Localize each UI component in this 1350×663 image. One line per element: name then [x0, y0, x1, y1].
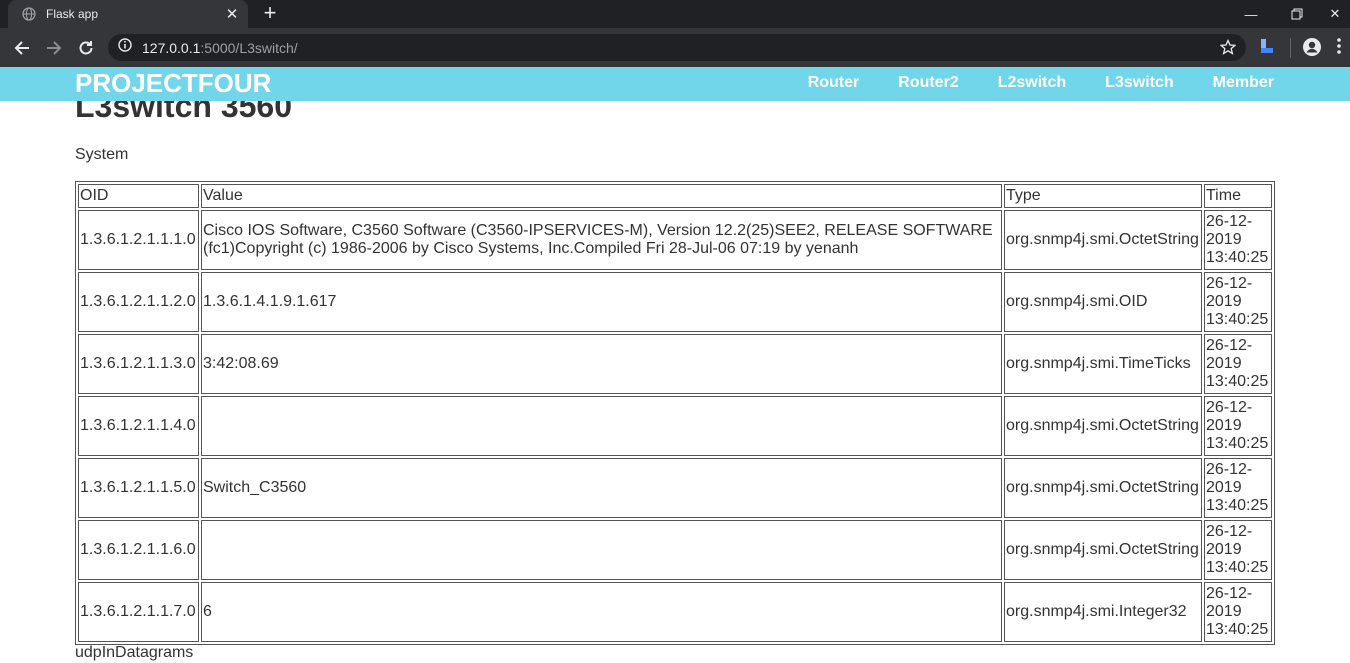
menu-kebab-icon[interactable] [1336, 36, 1342, 61]
cell-time: 26-12-2019 13:40:25 [1204, 272, 1272, 332]
globe-icon [22, 7, 36, 21]
close-icon[interactable]: ✕ [224, 5, 240, 23]
reload-icon[interactable] [74, 36, 98, 60]
browser-toolbar: 127.0.0.1:5000/L3switch/ [0, 28, 1350, 67]
table-row: 1.3.6.1.2.1.1.4.0 org.snmp4j.smi.OctetSt… [78, 396, 1272, 456]
cell-type: org.snmp4j.smi.OID [1004, 272, 1202, 332]
minimize-icon[interactable]: — [1228, 0, 1274, 28]
forward-icon[interactable] [42, 36, 66, 60]
cell-type: org.snmp4j.smi.OctetString [1004, 396, 1202, 456]
cell-oid: 1.3.6.1.2.1.1.5.0 [78, 458, 199, 518]
cell-value: Switch_C3560 [201, 458, 1002, 518]
cell-value: Cisco IOS Software, C3560 Software (C356… [201, 210, 1002, 270]
window-close-icon[interactable]: ✕ [1320, 0, 1350, 28]
cell-value: 6 [201, 582, 1002, 642]
nav-links: Router Router2 L2switch L3switch Member [769, 74, 1274, 92]
nav-link-router[interactable]: Router [808, 74, 860, 92]
nav-link-router2[interactable]: Router2 [898, 74, 958, 92]
toolbar-divider [1290, 38, 1291, 58]
restore-icon[interactable] [1274, 0, 1320, 28]
cell-time: 26-12-2019 13:40:25 [1204, 334, 1272, 394]
cell-time: 26-12-2019 13:40:25 [1204, 582, 1272, 642]
cell-value [201, 520, 1002, 580]
cell-oid: 1.3.6.1.2.1.1.6.0 [78, 520, 199, 580]
cell-time: 26-12-2019 13:40:25 [1204, 396, 1272, 456]
table-row: 1.3.6.1.2.1.1.5.0 Switch_C3560 org.snmp4… [78, 458, 1272, 518]
cell-value [201, 396, 1002, 456]
cell-time: 26-12-2019 13:40:25 [1204, 210, 1272, 270]
system-oid-table: OID Value Type Time 1.3.6.1.2.1.1.1.0 Ci… [75, 181, 1275, 645]
site-brand[interactable]: PROJECTFOUR [75, 67, 271, 99]
nav-link-l2switch[interactable]: L2switch [998, 74, 1066, 92]
cell-value: 3:42:08.69 [201, 334, 1002, 394]
header-value: Value [201, 184, 1002, 208]
profile-avatar-icon[interactable] [1302, 37, 1322, 62]
cell-oid: 1.3.6.1.2.1.1.4.0 [78, 396, 199, 456]
header-time: Time [1204, 184, 1272, 208]
cell-type: org.snmp4j.smi.OctetString [1004, 210, 1202, 270]
cell-oid: 1.3.6.1.2.1.1.1.0 [78, 210, 199, 270]
cell-oid: 1.3.6.1.2.1.1.7.0 [78, 582, 199, 642]
table-row: 1.3.6.1.2.1.1.1.0 Cisco IOS Software, C3… [78, 210, 1272, 270]
cell-value: 1.3.6.1.4.1.9.1.617 [201, 272, 1002, 332]
extension-icon[interactable] [1258, 37, 1276, 60]
header-type: Type [1004, 184, 1202, 208]
table-row: 1.3.6.1.2.1.1.2.0 1.3.6.1.4.1.9.1.617 or… [78, 272, 1272, 332]
table-row: 1.3.6.1.2.1.1.3.0 3:42:08.69 org.snmp4j.… [78, 334, 1272, 394]
section-title-udpindatagrams: udpInDatagrams [75, 644, 194, 661]
section-title-system: System [75, 146, 129, 163]
table-header-row: OID Value Type Time [78, 184, 1272, 208]
url-path: :5000/L3switch/ [200, 39, 298, 56]
cell-time: 26-12-2019 13:40:25 [1204, 520, 1272, 580]
cell-time: 26-12-2019 13:40:25 [1204, 458, 1272, 518]
table-row: 1.3.6.1.2.1.1.7.0 6 org.snmp4j.smi.Integ… [78, 582, 1272, 642]
site-navbar: PROJECTFOUR Router Router2 L2switch L3sw… [0, 67, 1350, 101]
tab-title: Flask app [46, 7, 99, 21]
address-bar[interactable]: 127.0.0.1:5000/L3switch/ [108, 34, 1246, 61]
browser-tab-bar: Flask app ✕ + — ✕ [0, 0, 1350, 28]
nav-link-member[interactable]: Member [1213, 74, 1274, 92]
table-row: 1.3.6.1.2.1.1.6.0 org.snmp4j.smi.OctetSt… [78, 520, 1272, 580]
cell-type: org.snmp4j.smi.TimeTicks [1004, 334, 1202, 394]
cell-type: org.snmp4j.smi.Integer32 [1004, 582, 1202, 642]
cell-type: org.snmp4j.smi.OctetString [1004, 520, 1202, 580]
nav-link-l3switch[interactable]: L3switch [1105, 74, 1173, 92]
new-tab-icon[interactable]: + [258, 2, 282, 26]
info-icon[interactable] [118, 38, 132, 57]
cell-type: org.snmp4j.smi.OctetString [1004, 458, 1202, 518]
cell-oid: 1.3.6.1.2.1.1.3.0 [78, 334, 199, 394]
url-host: 127.0.0.1 [142, 39, 201, 56]
header-oid: OID [78, 184, 199, 208]
bookmark-star-icon[interactable] [1219, 38, 1237, 60]
cell-oid: 1.3.6.1.2.1.1.2.0 [78, 272, 199, 332]
browser-tab[interactable]: Flask app ✕ [8, 0, 248, 28]
back-icon[interactable] [10, 36, 34, 60]
